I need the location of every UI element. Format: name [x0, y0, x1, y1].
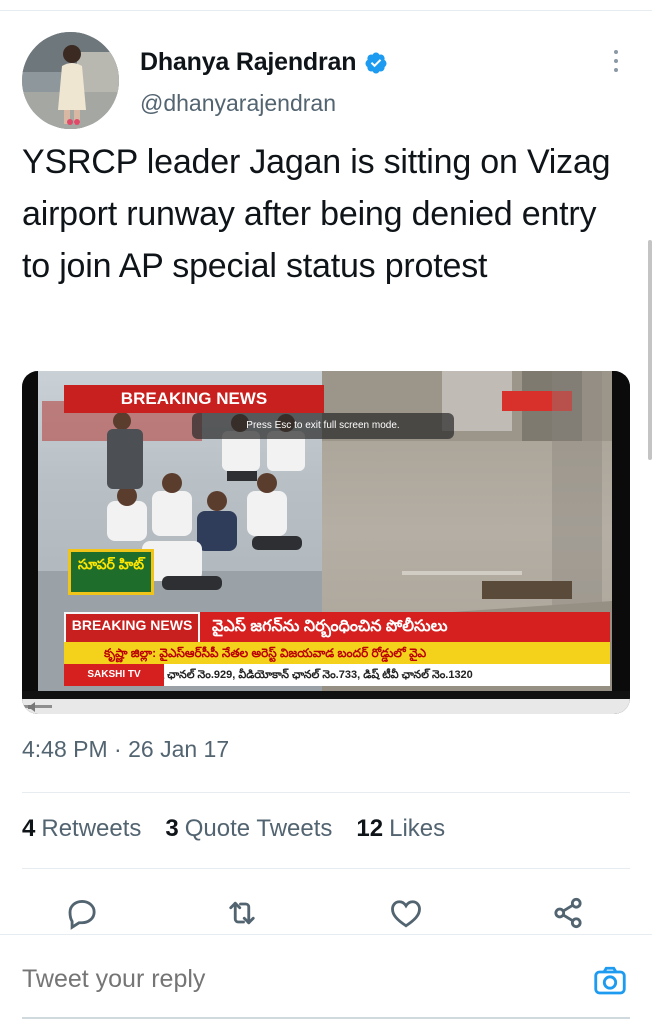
retweets-label: Retweets: [41, 815, 142, 842]
avatar[interactable]: [22, 32, 119, 129]
retweet-icon[interactable]: [224, 895, 264, 935]
tweet-timestamp[interactable]: 4:48 PM · 26 Jan 17: [22, 736, 229, 763]
scrollbar[interactable]: [648, 240, 652, 460]
reply-underline: [22, 1017, 630, 1019]
more-options-icon[interactable]: [612, 50, 620, 78]
news-ticker-secondary: కృష్ణా జిల్లా: వైఎస్ఆర్‌సీపీ నేతల అరెస్ట…: [64, 642, 610, 664]
like-icon[interactable]: [388, 895, 428, 935]
likes-label: Likes: [389, 815, 446, 842]
quote-tweets-label: Quote Tweets: [184, 815, 333, 842]
top-divider: [0, 10, 652, 11]
author-name[interactable]: Dhanya Rajendran: [140, 48, 357, 77]
tweet-stats: 4 Retweets 3 Quote Tweets 12 Likes: [22, 815, 469, 843]
quote-tweets-stat[interactable]: 3 Quote Tweets: [165, 815, 332, 843]
reply-bar: [0, 934, 652, 1024]
channel-logo: SAKSHI TV: [64, 664, 164, 686]
video-letterbox-left: [22, 371, 38, 691]
divider: [22, 792, 630, 793]
volume-icon[interactable]: [28, 702, 46, 712]
video-progress-track[interactable]: [22, 699, 630, 714]
likes-count: 12: [356, 815, 384, 842]
camera-icon[interactable]: [592, 963, 628, 999]
likes-stat[interactable]: 12 Likes: [356, 815, 445, 843]
breaking-news-banner: BREAKING NEWS: [64, 385, 324, 413]
tweet-header: Dhanya Rajendran @dhanyarajendran: [22, 30, 630, 130]
retweets-stat[interactable]: 4 Retweets: [22, 815, 141, 843]
verified-badge-icon: [365, 52, 387, 73]
super-hit-badge: సూపర్ హిట్: [68, 549, 154, 595]
tweet-video[interactable]: BREAKING NEWS Press Esc to exit full scr…: [22, 371, 630, 714]
video-letterbox-right: [612, 371, 630, 691]
tweet-actions: [0, 895, 652, 935]
retweets-count: 4: [22, 815, 36, 842]
author-handle[interactable]: @dhanyarajendran: [140, 90, 336, 117]
author-name-row: Dhanya Rajendran: [140, 48, 388, 77]
tweet-text: YSRCP leader Jagan is sitting on Vizag a…: [22, 143, 611, 285]
divider: [22, 868, 630, 869]
news-ticker-headline: వైఎస్ జగన్‌ను నిర్బంధించిన పోలీసులు: [200, 612, 610, 642]
fullscreen-exit-message: Press Esc to exit full screen mode.: [192, 413, 454, 439]
share-icon[interactable]: [550, 895, 590, 935]
reply-icon[interactable]: [64, 895, 104, 935]
quote-tweets-count: 3: [165, 815, 179, 842]
reply-input[interactable]: [22, 965, 522, 994]
